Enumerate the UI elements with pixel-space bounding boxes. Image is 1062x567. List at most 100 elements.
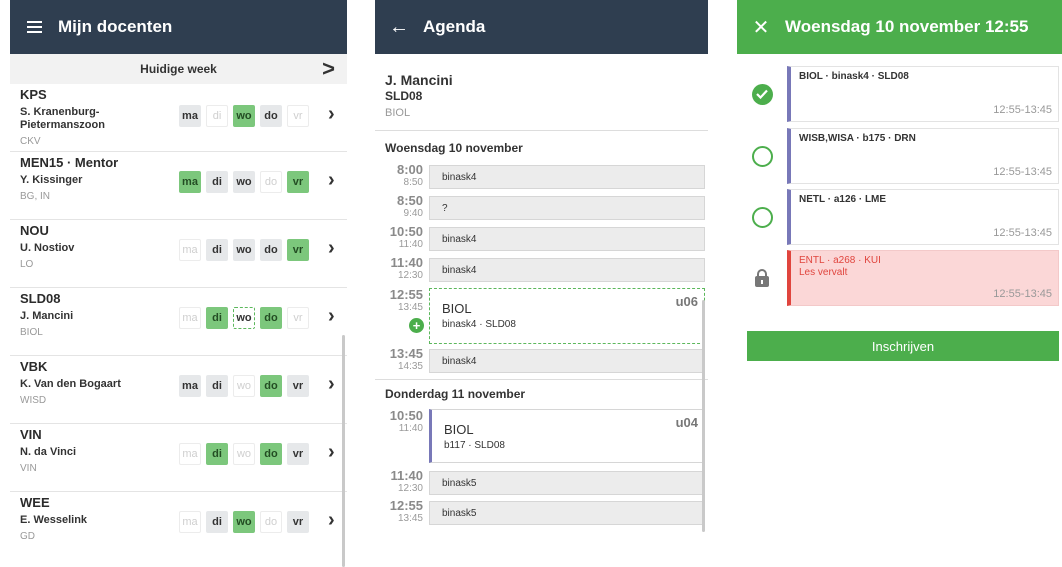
enroll-button[interactable]: Inschrijven — [747, 331, 1059, 361]
day-wo[interactable]: wo — [233, 171, 255, 193]
day-wo[interactable]: wo — [233, 239, 255, 261]
teacher-row[interactable]: SLD08 J. Mancini BIOL ma di wo do vr › — [10, 288, 347, 356]
day-di[interactable]: di — [206, 375, 228, 397]
slot-time: 11:40 12:30 — [383, 468, 423, 495]
lesson-card[interactable]: BIOL binask4 · SLD08 u06 — [429, 288, 705, 344]
day-do[interactable]: do — [260, 375, 282, 397]
slot-box[interactable]: binask4 — [429, 349, 705, 373]
agenda-slot[interactable]: 8:00 8:50 binask4 — [375, 163, 708, 191]
day-vr[interactable]: vr — [287, 171, 309, 193]
day-di[interactable]: di — [206, 307, 228, 329]
slot-end: 13:45 — [397, 513, 423, 524]
option-card[interactable]: NETL · a126 · LME 12:55-13:45 — [787, 189, 1059, 245]
day-wo[interactable]: wo — [233, 511, 255, 533]
teacher-name: K. Van den Bogaart — [20, 378, 121, 390]
slot-start: 11:40 — [390, 468, 423, 483]
chevron-right-icon[interactable]: › — [328, 305, 335, 328]
agenda-lesson[interactable]: 10:50 11:40 BIOL b117 · SLD08 u04 — [375, 409, 708, 463]
day-do[interactable]: do — [260, 443, 282, 465]
enroll-option[interactable]: WISB,WISA · b175 · DRN 12:55-13:45 — [737, 128, 1062, 184]
lesson-card[interactable]: BIOL b117 · SLD08 u04 — [429, 409, 705, 463]
close-icon[interactable]: ✕ — [737, 15, 785, 40]
day-di[interactable]: di — [206, 239, 228, 261]
slot-box[interactable]: binask4 — [429, 227, 705, 251]
agenda-slot[interactable]: 10:50 11:40 binask4 — [375, 225, 708, 253]
teacher-row[interactable]: VIN N. da Vinci VIN ma di wo do vr › — [10, 424, 347, 492]
chevron-right-icon[interactable]: › — [328, 441, 335, 464]
enroll-option[interactable]: BIOL · binask4 · SLD08 12:55-13:45 — [737, 66, 1062, 122]
day-ma[interactable]: ma — [179, 239, 201, 261]
option-card[interactable]: WISB,WISA · b175 · DRN 12:55-13:45 — [787, 128, 1059, 184]
day-ma[interactable]: ma — [179, 171, 201, 193]
day-di[interactable]: di — [206, 511, 228, 533]
teacher-name: Y. Kissinger — [20, 174, 83, 186]
teacher-code: VBK — [20, 359, 48, 374]
day-ma[interactable]: ma — [179, 511, 201, 533]
chevron-right-icon[interactable]: › — [328, 237, 335, 260]
day-vr[interactable]: vr — [287, 443, 309, 465]
radio-circle-icon[interactable] — [751, 206, 773, 228]
scrollbar[interactable] — [702, 300, 705, 532]
slot-time: 10:50 11:40 — [383, 408, 423, 435]
agenda-slot[interactable]: 11:40 12:30 binask4 — [375, 256, 708, 284]
day-do[interactable]: do — [260, 307, 282, 329]
agenda-slot[interactable]: 11:40 12:30 binask5 — [375, 469, 708, 497]
teacher-row[interactable]: KPS S. Kranenburg-Pietermanszoon CKV ma di wo… — [10, 84, 347, 152]
back-arrow-icon[interactable]: ← — [375, 16, 423, 39]
agenda-slot[interactable]: 8:50 9:40? — [375, 194, 708, 222]
day-do[interactable]: do — [260, 239, 282, 261]
chevron-right-icon[interactable]: › — [328, 509, 335, 532]
teacher-row[interactable]: NOU U. Nostiov LO ma di wo do vr › — [10, 220, 347, 288]
day-vr[interactable]: vr — [287, 307, 309, 329]
day-vr[interactable]: vr — [287, 239, 309, 261]
day-vr[interactable]: vr — [287, 105, 309, 127]
day-ma[interactable]: ma — [179, 443, 201, 465]
next-week-button[interactable]: > — [322, 56, 335, 82]
slot-box[interactable]: binask4 — [429, 258, 705, 282]
scrollbar[interactable] — [342, 335, 345, 567]
menu-button[interactable] — [10, 21, 58, 33]
teacher-row[interactable]: MEN15 · Mentor Y. Kissinger BG, IN ma di wo do… — [10, 152, 347, 220]
slot-box[interactable]: binask5 — [429, 471, 705, 495]
keuze-topbar: ✕ Woensdag 10 november 12:55 — [737, 0, 1062, 54]
teacher-code: SLD08 — [20, 291, 61, 306]
lesson-room: u04 — [675, 415, 698, 430]
day-di[interactable]: di — [206, 171, 228, 193]
teacher-row[interactable]: WEE E. Wesselink GD ma di wo do vr › — [10, 492, 347, 560]
day-do[interactable]: do — [260, 511, 282, 533]
slot-start: 10:50 — [389, 408, 423, 423]
teacher-row[interactable]: VBK K. Van den Bogaart WISD ma di wo do vr › — [10, 356, 347, 424]
chevron-right-icon[interactable]: › — [328, 103, 335, 126]
agenda-body: Woensdag 10 november 8:00 8:50 binask4 8:50 9… — [375, 131, 708, 551]
option-card[interactable]: BIOL · binask4 · SLD08 12:55-13:45 — [787, 66, 1059, 122]
chevron-right-icon[interactable]: › — [328, 169, 335, 192]
day-di[interactable]: di — [206, 443, 228, 465]
day-wo[interactable]: wo — [233, 375, 255, 397]
day-ma[interactable]: ma — [179, 105, 201, 127]
slot-time: 11:40 12:30 — [383, 256, 423, 282]
add-icon[interactable]: + — [409, 318, 424, 333]
enroll-option[interactable]: ENTL · a268 · KUI Les vervalt 12:55-13:45 — [737, 250, 1062, 306]
enroll-option[interactable]: NETL · a126 · LME 12:55-13:45 — [737, 189, 1062, 245]
day-ma[interactable]: ma — [179, 375, 201, 397]
day-wo[interactable]: wo — [233, 105, 255, 127]
radio-circle-icon[interactable] — [751, 145, 773, 167]
teacher-name: J. Mancini — [20, 310, 74, 322]
agenda-slot[interactable]: 13:45 14:35 binask4 — [375, 347, 708, 375]
day-vr[interactable]: vr — [287, 375, 309, 397]
day-wo[interactable]: wo — [233, 443, 255, 465]
chevron-right-icon[interactable]: › — [328, 373, 335, 396]
day-di[interactable]: di — [206, 105, 228, 127]
day-ma[interactable]: ma — [179, 307, 201, 329]
slot-box[interactable]: ? — [429, 196, 705, 220]
teacher-subject: CKV — [20, 136, 41, 147]
day-wo[interactable]: wo — [233, 307, 255, 329]
agenda-lesson[interactable]: 12:55 13:45 + BIOL binask4 · SLD08 u06 — [375, 288, 708, 344]
agenda-slot[interactable]: 12:55 13:45 binask5 — [375, 499, 708, 527]
check-circle-icon[interactable] — [751, 83, 773, 105]
slot-box[interactable]: binask5 — [429, 501, 705, 525]
day-do[interactable]: do — [260, 105, 282, 127]
slot-box[interactable]: binask4 — [429, 165, 705, 189]
day-vr[interactable]: vr — [287, 511, 309, 533]
day-do[interactable]: do — [260, 171, 282, 193]
